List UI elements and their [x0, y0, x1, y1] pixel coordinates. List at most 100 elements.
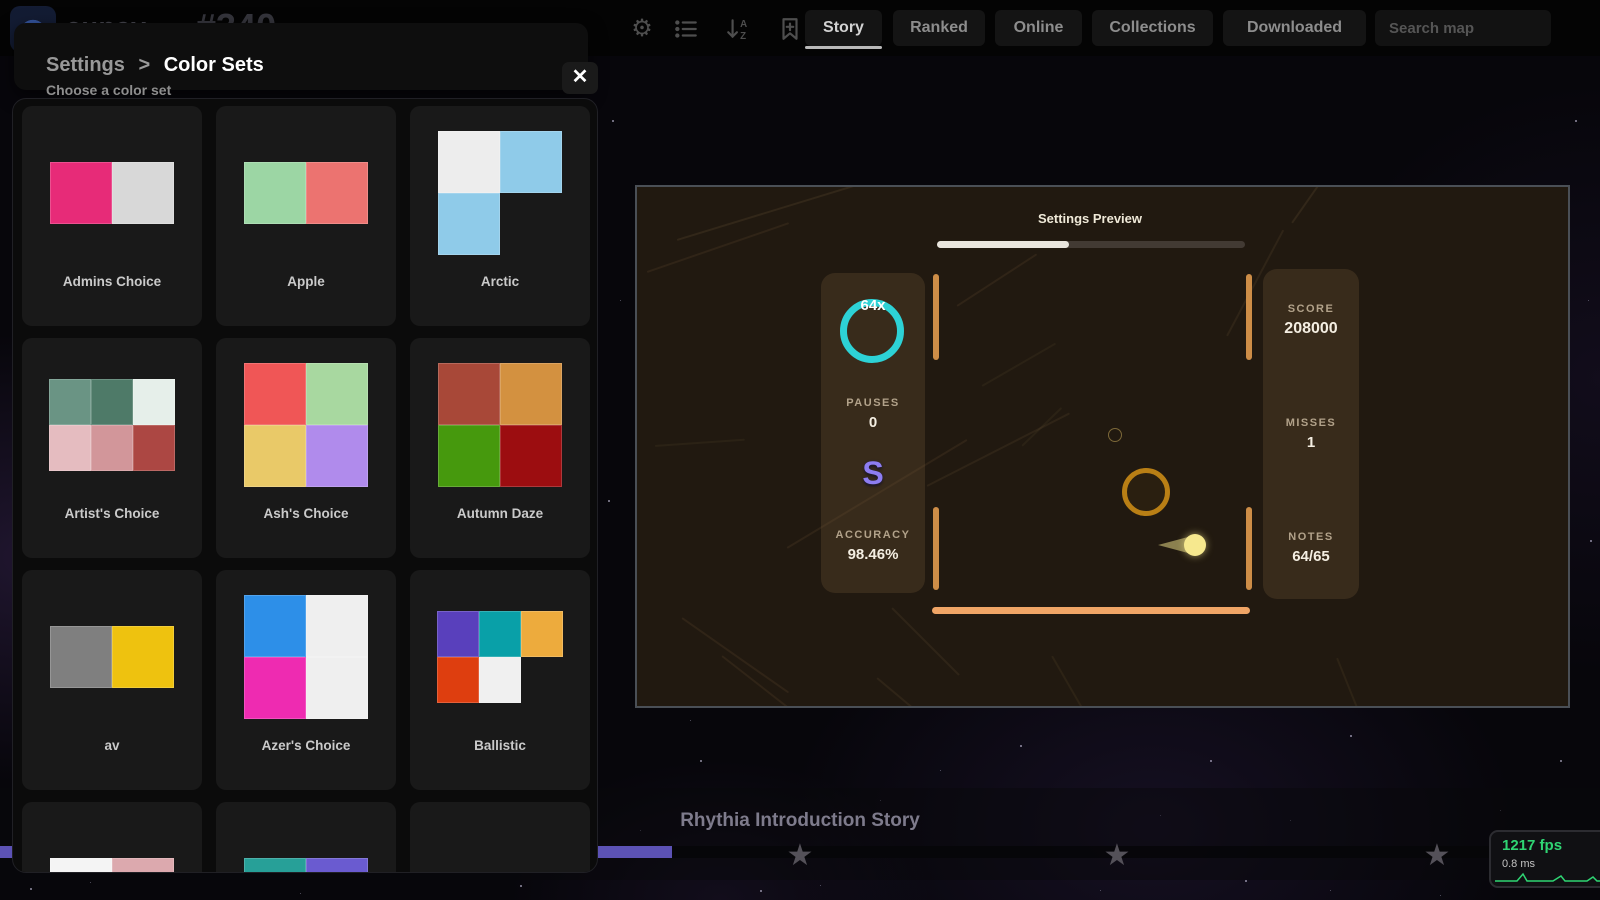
color-set-tile[interactable]: Admins Choice — [22, 106, 202, 326]
color-swatch — [244, 858, 306, 873]
color-set-tile[interactable]: Azer's Choice — [216, 570, 396, 790]
speed-streak-line — [677, 185, 859, 241]
color-swatch — [133, 379, 175, 425]
story-star-icon: ★ — [1420, 838, 1454, 873]
color-swatch — [306, 657, 368, 719]
field-corner-bar — [933, 274, 939, 360]
accuracy-value: 98.46% — [821, 546, 925, 563]
color-swatch — [438, 363, 500, 425]
color-swatch — [500, 425, 562, 487]
field-corner-bar — [933, 507, 939, 590]
note-ring — [1122, 468, 1170, 516]
judgement-line — [932, 607, 1250, 614]
color-swatch — [479, 657, 521, 703]
field-corner-bar — [1246, 507, 1252, 590]
speed-streak-line — [891, 607, 960, 676]
pauses-label: PAUSES — [821, 397, 925, 409]
color-set-tile[interactable]: Autumn Daze — [410, 338, 590, 558]
fps-value: 1217 fps — [1502, 837, 1562, 854]
color-swatch — [49, 379, 91, 425]
color-set-tile[interactable]: Ballistic — [410, 570, 590, 790]
svg-text:Z: Z — [740, 31, 746, 42]
speed-streak-line — [721, 655, 868, 708]
color-swatch-group — [22, 350, 202, 500]
misses-label: MISSES — [1263, 417, 1359, 429]
color-swatch-group — [410, 350, 590, 500]
color-set-tile[interactable] — [22, 802, 202, 873]
svg-text:A: A — [740, 19, 747, 30]
speed-streak-line — [655, 439, 745, 447]
color-swatch — [500, 131, 562, 193]
color-swatch — [244, 363, 306, 425]
bookmark-add-icon[interactable] — [776, 15, 804, 43]
color-swatch — [306, 363, 368, 425]
color-swatch — [112, 162, 174, 224]
list-icon[interactable] — [672, 15, 700, 43]
color-set-tile[interactable] — [216, 802, 396, 873]
rank-grade: S — [821, 455, 925, 492]
preview-title: Settings Preview — [940, 211, 1240, 226]
color-swatch — [244, 162, 306, 224]
speed-streak-line — [956, 253, 1037, 306]
color-sets-modal-header: Settings > Color Sets Choose a color set… — [14, 23, 588, 90]
tab-story[interactable]: Story — [805, 10, 882, 46]
sort-alpha-icon[interactable]: A Z — [724, 15, 752, 43]
color-set-tile[interactable]: Ash's Choice — [216, 338, 396, 558]
color-swatch — [91, 379, 133, 425]
color-swatch — [438, 193, 500, 255]
color-set-name: Arctic — [410, 274, 590, 289]
misses-value: 1 — [1263, 434, 1359, 451]
color-swatch — [49, 425, 91, 471]
color-set-tile[interactable] — [410, 802, 590, 873]
tab-collections[interactable]: Collections — [1092, 10, 1213, 46]
search-map-input[interactable] — [1375, 10, 1551, 46]
color-swatch — [500, 363, 562, 425]
color-set-name: Artist's Choice — [22, 506, 202, 521]
color-swatch — [112, 626, 174, 688]
speed-streak-line — [876, 677, 969, 708]
story-star-icon: ★ — [1100, 838, 1134, 873]
color-swatch-group — [410, 814, 590, 873]
color-swatch — [438, 131, 500, 193]
settings-preview-panel: Settings Preview 64x PAUSES 0 S ACCURACY… — [635, 185, 1570, 708]
app-screen: cuney #340 ⚙ A Z Story Ranked — [0, 0, 1600, 900]
color-set-tile[interactable]: Artist's Choice — [22, 338, 202, 558]
color-sets-modal-body: Admins Choice Apple Arctic Artist's Choice A… — [12, 98, 598, 873]
color-swatch — [437, 657, 479, 703]
color-swatch-group — [216, 118, 396, 268]
active-tab-underline — [805, 46, 882, 49]
tab-downloaded[interactable]: Downloaded — [1223, 10, 1366, 46]
color-swatch — [133, 425, 175, 471]
faded-note-ring — [1108, 428, 1122, 442]
color-swatch — [479, 611, 521, 657]
color-set-name: Azer's Choice — [216, 738, 396, 753]
color-swatch — [438, 425, 500, 487]
color-set-name: Ballistic — [410, 738, 590, 753]
color-swatch-group — [216, 814, 396, 873]
settings-gear-icon[interactable]: ⚙ — [628, 15, 656, 43]
pauses-value: 0 — [821, 414, 925, 431]
speed-streak-line — [647, 222, 789, 273]
color-swatch — [244, 657, 306, 719]
speed-streak-line — [1051, 656, 1090, 709]
color-swatch-group — [22, 118, 202, 268]
color-set-tile[interactable]: Apple — [216, 106, 396, 326]
color-swatch — [50, 162, 112, 224]
close-icon[interactable]: ✕ — [562, 62, 598, 94]
hud-right-panel: SCORE 208000 MISSES 1 NOTES 64/65 — [1263, 269, 1359, 599]
fps-sparkline — [1495, 869, 1600, 883]
game-cursor — [1184, 534, 1206, 556]
color-swatch — [521, 611, 563, 657]
color-set-tile[interactable]: av — [22, 570, 202, 790]
tab-ranked[interactable]: Ranked — [893, 10, 985, 46]
fps-counter-overlay: 1217 fps 0.8 ms — [1489, 830, 1600, 888]
color-swatch — [50, 858, 112, 873]
color-set-name: av — [22, 738, 202, 753]
color-set-name: Admins Choice — [22, 274, 202, 289]
tab-online[interactable]: Online — [995, 10, 1082, 46]
color-set-tile[interactable]: Arctic — [410, 106, 590, 326]
breadcrumb-settings[interactable]: Settings — [46, 54, 125, 76]
color-swatch-group — [216, 350, 396, 500]
color-swatch-group — [216, 582, 396, 732]
combo-value: 64x — [821, 297, 925, 314]
